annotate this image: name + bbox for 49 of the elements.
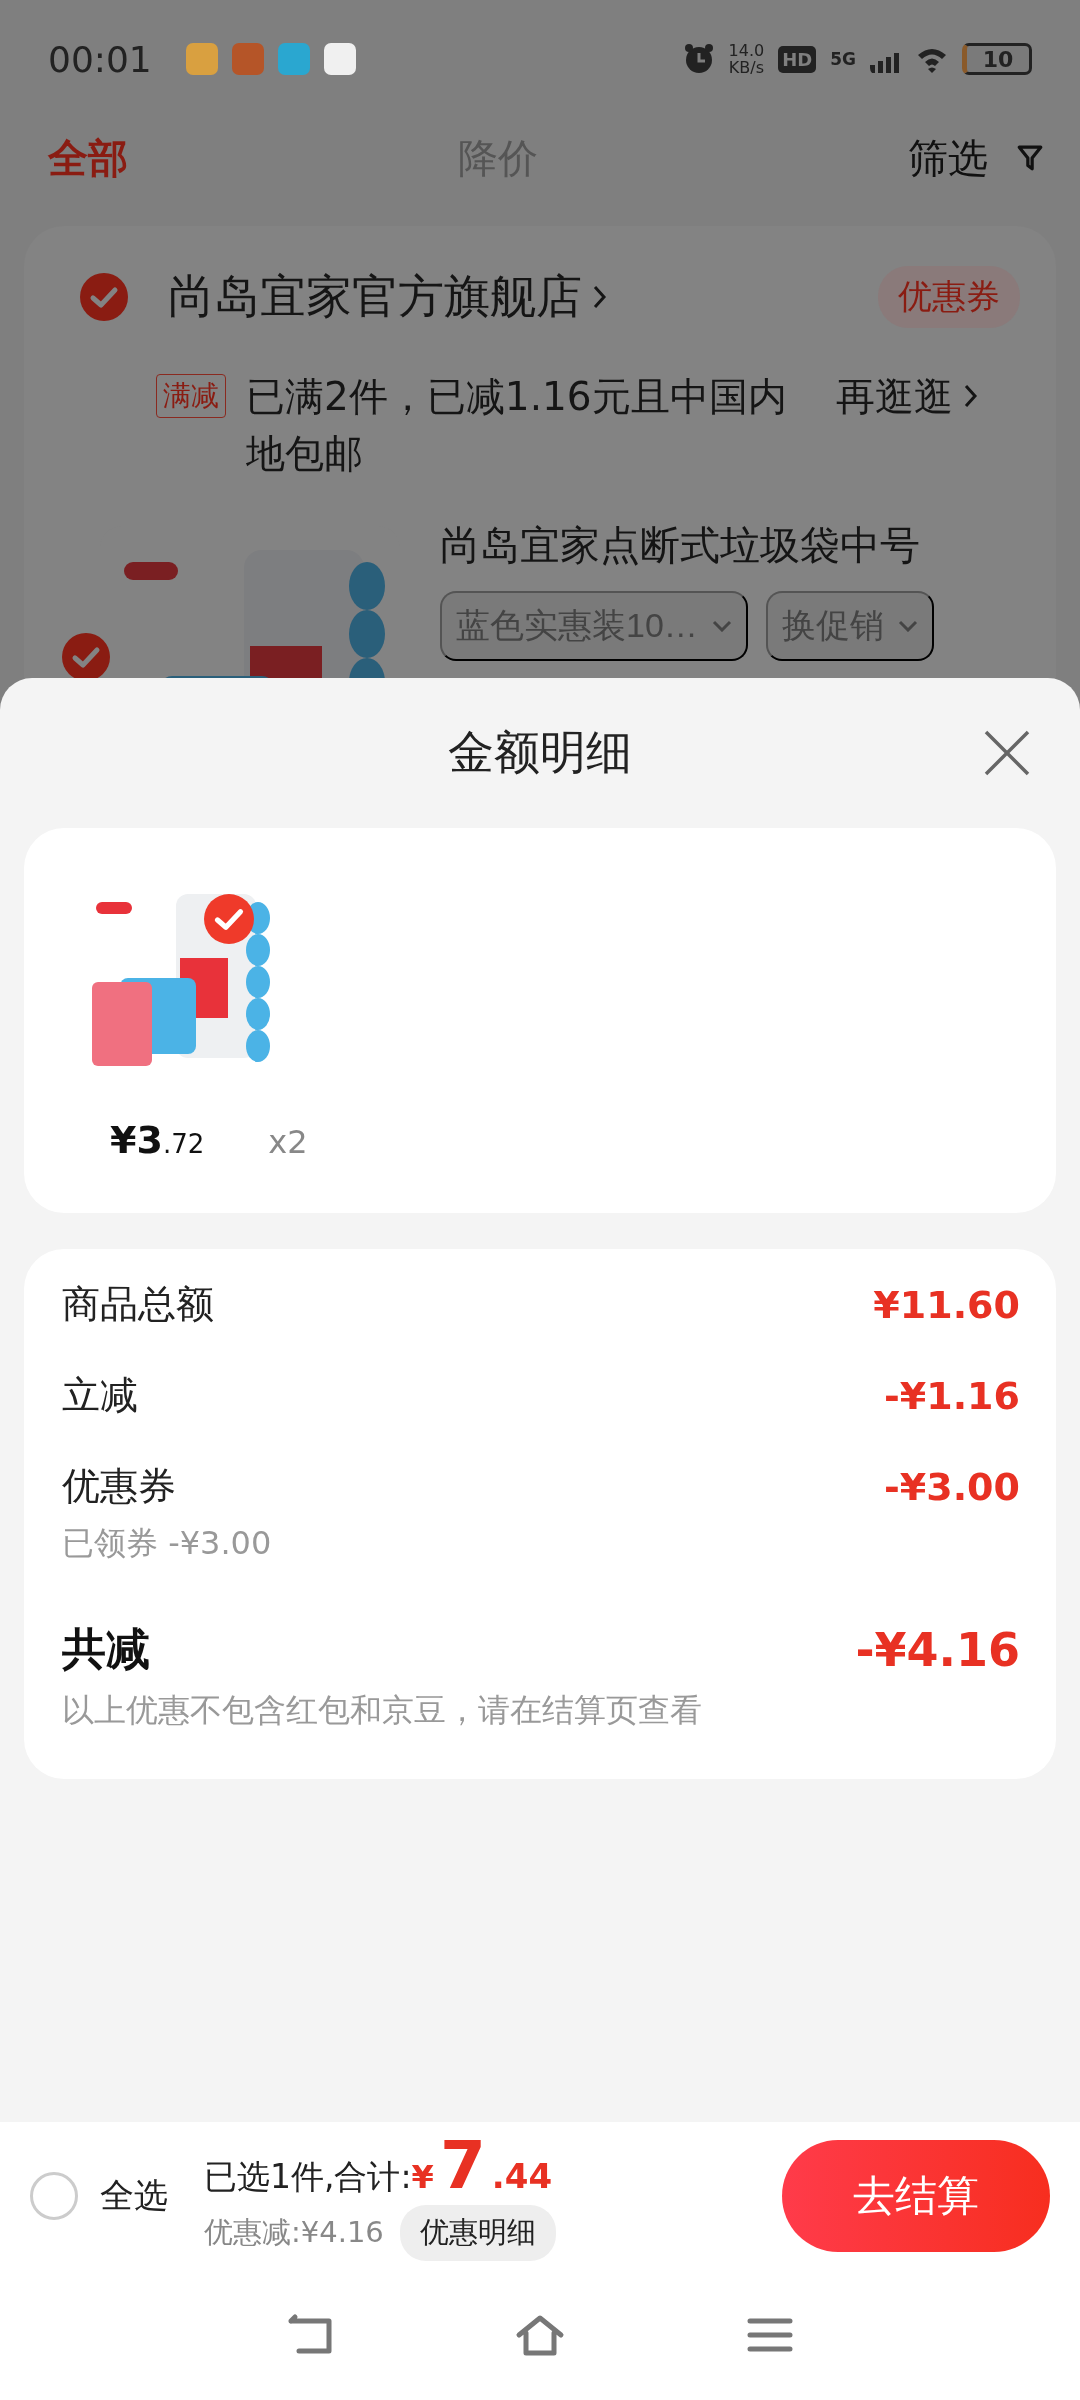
total-price: 7 — [439, 2131, 486, 2201]
summary-label: 商品总额 — [62, 1281, 214, 1328]
network-speed: 14.0 — [728, 42, 765, 59]
network-type: 5G — [830, 49, 856, 69]
select-all-label[interactable]: 全选 — [100, 2173, 168, 2219]
product-title[interactable]: 尚岛宜家点断式垃圾袋中号 — [440, 518, 1020, 573]
summary-note: 已领券 -¥3.00 — [62, 1523, 273, 1564]
speed-unit: KB/s — [728, 59, 764, 76]
summary-label: 共减 — [62, 1622, 150, 1676]
chevron-down-icon — [711, 620, 732, 632]
filter-icon[interactable] — [1016, 144, 1044, 172]
summary-label: 立减 — [62, 1372, 138, 1419]
summary-note: 以上优惠不包含红包和京豆，请在结算页查看 — [62, 1690, 703, 1731]
app-icon — [323, 43, 356, 75]
promo-text: 已满2件，已减1.16元且中国内地包邮 — [246, 373, 788, 478]
sheet-title: 金额明细 — [448, 724, 632, 781]
item-price: ¥3.72 — [110, 1118, 205, 1162]
summary-amount: -¥1.16 — [884, 1373, 1020, 1418]
summary-amount: -¥3.00 — [884, 1464, 1020, 1509]
hd-badge: HD — [778, 45, 817, 73]
chevron-icon — [963, 382, 979, 410]
alarm-icon — [682, 43, 715, 75]
currency-sign: ¥ — [411, 2158, 434, 2196]
discount-text: 优惠减:¥4.16 — [204, 2214, 384, 2251]
item-quantity: x2 — [268, 1123, 308, 1161]
summary-amount: -¥4.16 — [855, 1622, 1020, 1677]
checkout-button[interactable]: 去结算 — [782, 2140, 1050, 2252]
app-icon — [277, 43, 310, 75]
checkbox[interactable] — [62, 633, 110, 678]
summary-label: 优惠券 — [62, 1463, 176, 1510]
store-name[interactable]: 尚岛宜家官方旗舰店 — [168, 266, 582, 328]
app-icon — [231, 43, 264, 75]
chevron-icon — [592, 283, 608, 311]
total-decimals: .44 — [491, 2156, 553, 2196]
status-time: 00:01 — [48, 38, 152, 80]
checkbox[interactable] — [80, 273, 128, 321]
promo-tag: 满减 — [156, 374, 226, 418]
checkbox[interactable] — [204, 894, 254, 944]
chevron-down-icon — [897, 620, 918, 632]
discount-detail-button[interactable]: 优惠明细 — [399, 2205, 556, 2261]
summary-amount: ¥11.60 — [873, 1282, 1020, 1327]
radio-button[interactable] — [30, 2172, 78, 2220]
selection-summary: 已选1件,合计: — [204, 2156, 412, 2198]
browse-link[interactable]: 再逛逛 — [836, 368, 953, 425]
battery-icon: 10 — [962, 43, 1032, 75]
close-icon[interactable] — [982, 728, 1032, 778]
filter-button[interactable]: 筛选 — [908, 130, 988, 186]
home-icon[interactable] — [515, 2313, 565, 2357]
app-icon — [185, 43, 218, 75]
